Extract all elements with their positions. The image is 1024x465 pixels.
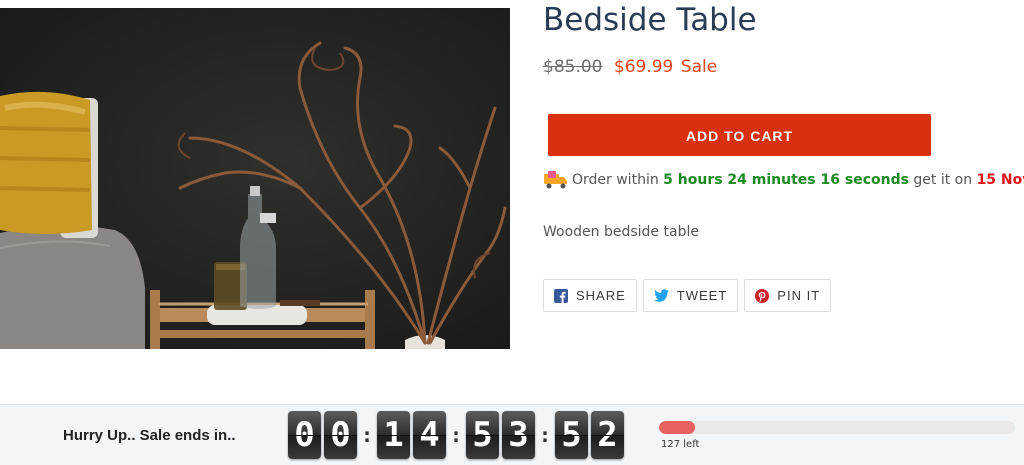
facebook-share-button[interactable]: SHARE bbox=[543, 279, 637, 312]
countdown-separator: : bbox=[538, 423, 552, 447]
stock-progress-fill bbox=[659, 421, 695, 434]
countdown-digit: 0 bbox=[288, 411, 321, 459]
facebook-share-label: SHARE bbox=[576, 288, 626, 303]
twitter-icon bbox=[653, 289, 669, 302]
social-share: SHARE TWEET PIN IT bbox=[543, 279, 832, 312]
countdown-digit: 4 bbox=[413, 411, 446, 459]
product-image[interactable] bbox=[0, 8, 510, 349]
countdown-digit: 3 bbox=[502, 411, 535, 459]
delivery-middle-text: get it on bbox=[913, 172, 973, 188]
countdown-digit: 0 bbox=[324, 411, 357, 459]
sale-badge: Sale bbox=[680, 57, 718, 77]
twitter-share-button[interactable]: TWEET bbox=[642, 279, 739, 312]
countdown-separator: : bbox=[360, 423, 374, 447]
product-photo bbox=[0, 8, 510, 349]
countdown-label: Hurry Up.. Sale ends in.. bbox=[63, 427, 236, 444]
pinterest-share-button[interactable]: PIN IT bbox=[744, 279, 832, 312]
stock-left-text: 127 left bbox=[661, 439, 700, 450]
product-title: Bedside Table bbox=[543, 2, 757, 38]
pinterest-share-label: PIN IT bbox=[777, 288, 821, 303]
countdown-timer: 0 0 : 1 4 : 5 3 : 5 2 bbox=[288, 410, 627, 460]
price-row: $85.00 $69.99 Sale bbox=[543, 57, 717, 77]
truck-icon bbox=[544, 171, 567, 189]
delivery-prefix: Order within bbox=[572, 172, 659, 188]
delivery-date: 15 Nov bbox=[976, 172, 1024, 188]
countdown-digit: 5 bbox=[466, 411, 499, 459]
stock-progress-bar bbox=[659, 421, 1015, 434]
twitter-share-label: TWEET bbox=[676, 288, 728, 303]
facebook-icon bbox=[554, 288, 568, 303]
sale-countdown-bar: Hurry Up.. Sale ends in.. 0 0 : 1 4 : 5 … bbox=[0, 404, 1024, 465]
pinterest-icon bbox=[755, 288, 770, 303]
countdown-digit: 1 bbox=[377, 411, 410, 459]
delivery-time-left: 5 hours 24 minutes 16 seconds bbox=[663, 172, 909, 188]
countdown-separator: : bbox=[449, 423, 463, 447]
original-price: $85.00 bbox=[543, 57, 603, 77]
add-to-cart-button[interactable]: ADD TO CART bbox=[548, 114, 931, 156]
countdown-digit: 5 bbox=[555, 411, 588, 459]
delivery-estimate: Order within 5 hours 24 minutes 16 secon… bbox=[543, 170, 1024, 190]
product-description: Wooden bedside table bbox=[543, 224, 699, 240]
countdown-digit: 2 bbox=[591, 411, 624, 459]
sale-price: $69.99 bbox=[613, 57, 674, 77]
